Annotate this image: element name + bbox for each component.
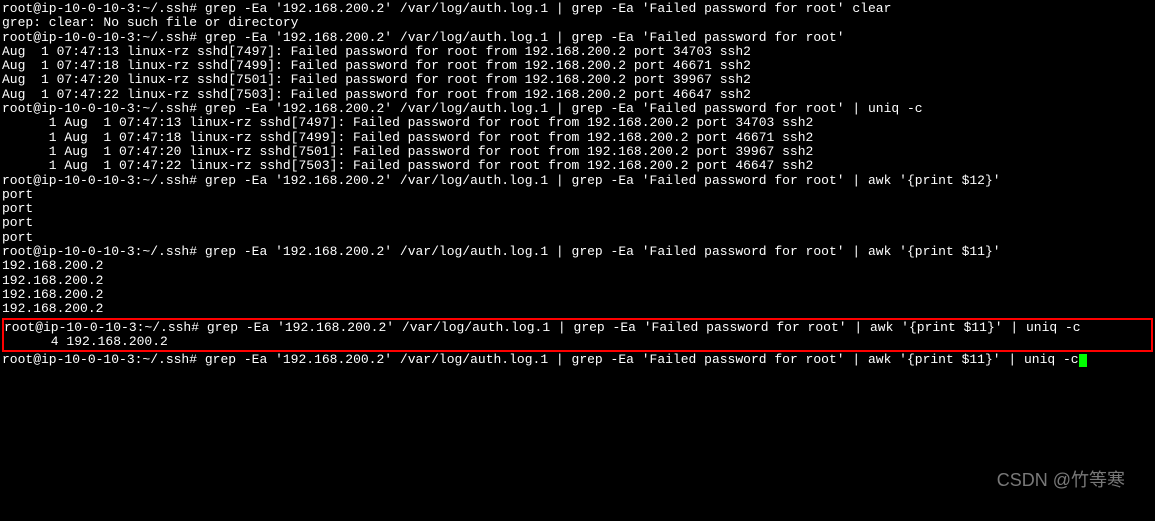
terminal-line[interactable]: root@ip-10-0-10-3:~/.ssh# grep -Ea '192.… xyxy=(2,353,1153,367)
terminal-line: root@ip-10-0-10-3:~/.ssh# grep -Ea '192.… xyxy=(2,245,1153,259)
port-output: port xyxy=(2,202,1153,216)
port-output: port xyxy=(2,188,1153,202)
port-output: port xyxy=(2,231,1153,245)
log-output: Aug 1 07:47:18 linux-rz sshd[7499]: Fail… xyxy=(2,59,1153,73)
ip-output: 192.168.200.2 xyxy=(2,288,1153,302)
error-output: grep: clear: No such file or directory xyxy=(2,16,1153,30)
highlighted-section: root@ip-10-0-10-3:~/.ssh# grep -Ea '192.… xyxy=(2,318,1153,353)
uniq-output: 1 Aug 1 07:47:13 linux-rz sshd[7497]: Fa… xyxy=(2,116,1153,130)
terminal-line: root@ip-10-0-10-3:~/.ssh# grep -Ea '192.… xyxy=(4,321,1151,335)
ip-output: 192.168.200.2 xyxy=(2,274,1153,288)
terminal-line: root@ip-10-0-10-3:~/.ssh# grep -Ea '192.… xyxy=(2,102,1153,116)
terminal-line: root@ip-10-0-10-3:~/.ssh# grep -Ea '192.… xyxy=(2,174,1153,188)
log-output: Aug 1 07:47:20 linux-rz sshd[7501]: Fail… xyxy=(2,73,1153,87)
uniq-output: 1 Aug 1 07:47:22 linux-rz sshd[7503]: Fa… xyxy=(2,159,1153,173)
port-output: port xyxy=(2,216,1153,230)
uniq-output: 1 Aug 1 07:47:20 linux-rz sshd[7501]: Fa… xyxy=(2,145,1153,159)
cursor xyxy=(1079,354,1087,367)
ip-output: 192.168.200.2 xyxy=(2,302,1153,316)
log-output: Aug 1 07:47:22 linux-rz sshd[7503]: Fail… xyxy=(2,88,1153,102)
watermark: CSDN @竹等寒 xyxy=(997,471,1125,491)
terminal-line: root@ip-10-0-10-3:~/.ssh# grep -Ea '192.… xyxy=(2,31,1153,45)
uniq-result: 4 192.168.200.2 xyxy=(4,335,1151,349)
uniq-output: 1 Aug 1 07:47:18 linux-rz sshd[7499]: Fa… xyxy=(2,131,1153,145)
ip-output: 192.168.200.2 xyxy=(2,259,1153,273)
log-output: Aug 1 07:47:13 linux-rz sshd[7497]: Fail… xyxy=(2,45,1153,59)
terminal-line: root@ip-10-0-10-3:~/.ssh# grep -Ea '192.… xyxy=(2,2,1153,16)
